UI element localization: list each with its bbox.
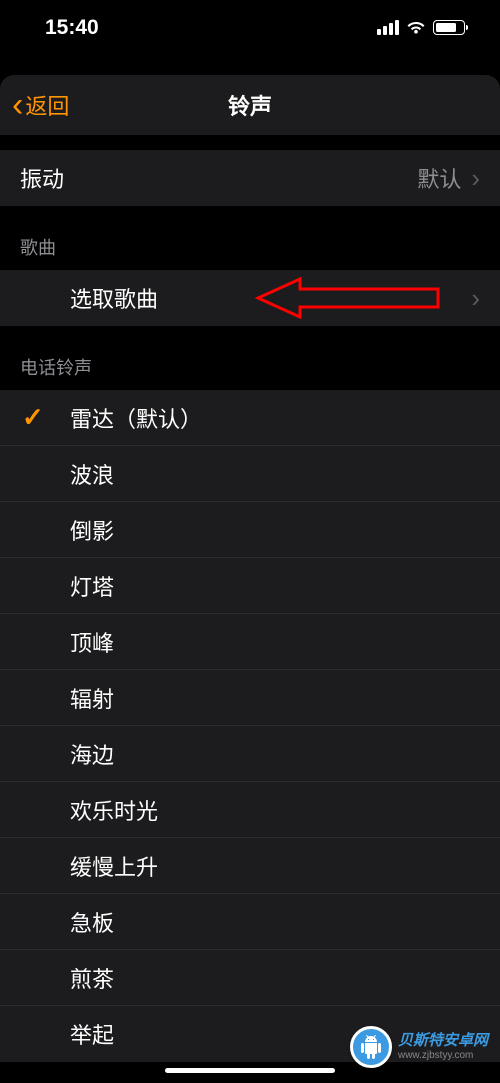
ringtones-header: 电话铃声 <box>0 326 500 390</box>
battery-icon <box>433 20 465 35</box>
nav-bar: ‹ 返回 铃声 <box>0 75 500 135</box>
songs-header: 歌曲 <box>0 206 500 270</box>
wifi-icon <box>406 20 426 35</box>
ringtone-item[interactable]: 灯塔 <box>0 558 500 614</box>
annotation-arrow-icon <box>255 277 440 319</box>
ringtone-item[interactable]: 辐射 <box>0 670 500 726</box>
watermark: 贝斯特安卓网 www.zjbstyy.com <box>350 1026 488 1068</box>
back-button[interactable]: ‹ 返回 <box>12 88 69 122</box>
ringtone-label: 煎茶 <box>70 962 114 994</box>
ringtone-item[interactable]: 倒影 <box>0 502 500 558</box>
ringtone-list: ✓ 雷达（默认） 波浪倒影灯塔顶峰辐射海边欢乐时光缓慢上升急板煎茶举起 <box>0 390 500 1062</box>
ringtone-label: 倒影 <box>70 514 114 546</box>
ringtone-label: 急板 <box>70 906 114 938</box>
ringtone-label: 顶峰 <box>70 626 114 658</box>
ringtone-item[interactable]: 急板 <box>0 894 500 950</box>
ringtone-item[interactable]: 波浪 <box>0 446 500 502</box>
ringtone-item[interactable]: 海边 <box>0 726 500 782</box>
ringtone-label: 辐射 <box>70 682 114 714</box>
home-indicator[interactable] <box>165 1068 335 1073</box>
content-area: 振动 默认 › 歌曲 选取歌曲 › 电话铃声 ✓ 雷达（默认） 波浪倒影灯塔顶峰辐射… <box>0 135 500 1083</box>
ringtone-label: 波浪 <box>70 458 114 490</box>
ringtone-label: 灯塔 <box>70 570 114 602</box>
settings-sheet: ‹ 返回 铃声 振动 默认 › 歌曲 选取歌曲 › 电话铃声 ✓ 雷达（默认） 波浪… <box>0 75 500 1083</box>
ringtone-label: 海边 <box>70 738 114 770</box>
chevron-left-icon: ‹ <box>12 88 23 122</box>
cellular-icon <box>377 20 399 35</box>
checkmark-icon: ✓ <box>22 402 44 433</box>
status-bar: 15:40 <box>0 0 500 55</box>
chevron-right-icon: › <box>471 163 480 194</box>
watermark-url: www.zjbstyy.com <box>398 1050 488 1062</box>
vibration-value: 默认 <box>417 162 461 194</box>
vibration-row[interactable]: 振动 默认 › <box>0 150 500 206</box>
watermark-title: 贝斯特安卓网 <box>398 1032 488 1050</box>
back-label: 返回 <box>25 89 69 121</box>
vibration-label: 振动 <box>20 162 64 194</box>
ringtone-label: 缓慢上升 <box>70 850 158 882</box>
ringtone-item[interactable]: ✓ 雷达（默认） <box>0 390 500 446</box>
ringtone-item[interactable]: 缓慢上升 <box>0 838 500 894</box>
pick-song-row[interactable]: 选取歌曲 › <box>0 270 500 326</box>
status-time: 15:40 <box>45 16 99 40</box>
ringtone-item[interactable]: 欢乐时光 <box>0 782 500 838</box>
pick-song-label: 选取歌曲 <box>70 282 158 314</box>
ringtone-label: 欢乐时光 <box>70 794 158 826</box>
ringtone-item[interactable]: 顶峰 <box>0 614 500 670</box>
status-icons <box>377 20 465 35</box>
ringtone-item[interactable]: 煎茶 <box>0 950 500 1006</box>
chevron-right-icon: › <box>471 283 480 314</box>
watermark-logo-icon <box>350 1026 392 1068</box>
page-title: 铃声 <box>0 89 500 121</box>
ringtone-label: 雷达（默认） <box>70 402 202 434</box>
ringtone-label: 举起 <box>70 1018 114 1050</box>
